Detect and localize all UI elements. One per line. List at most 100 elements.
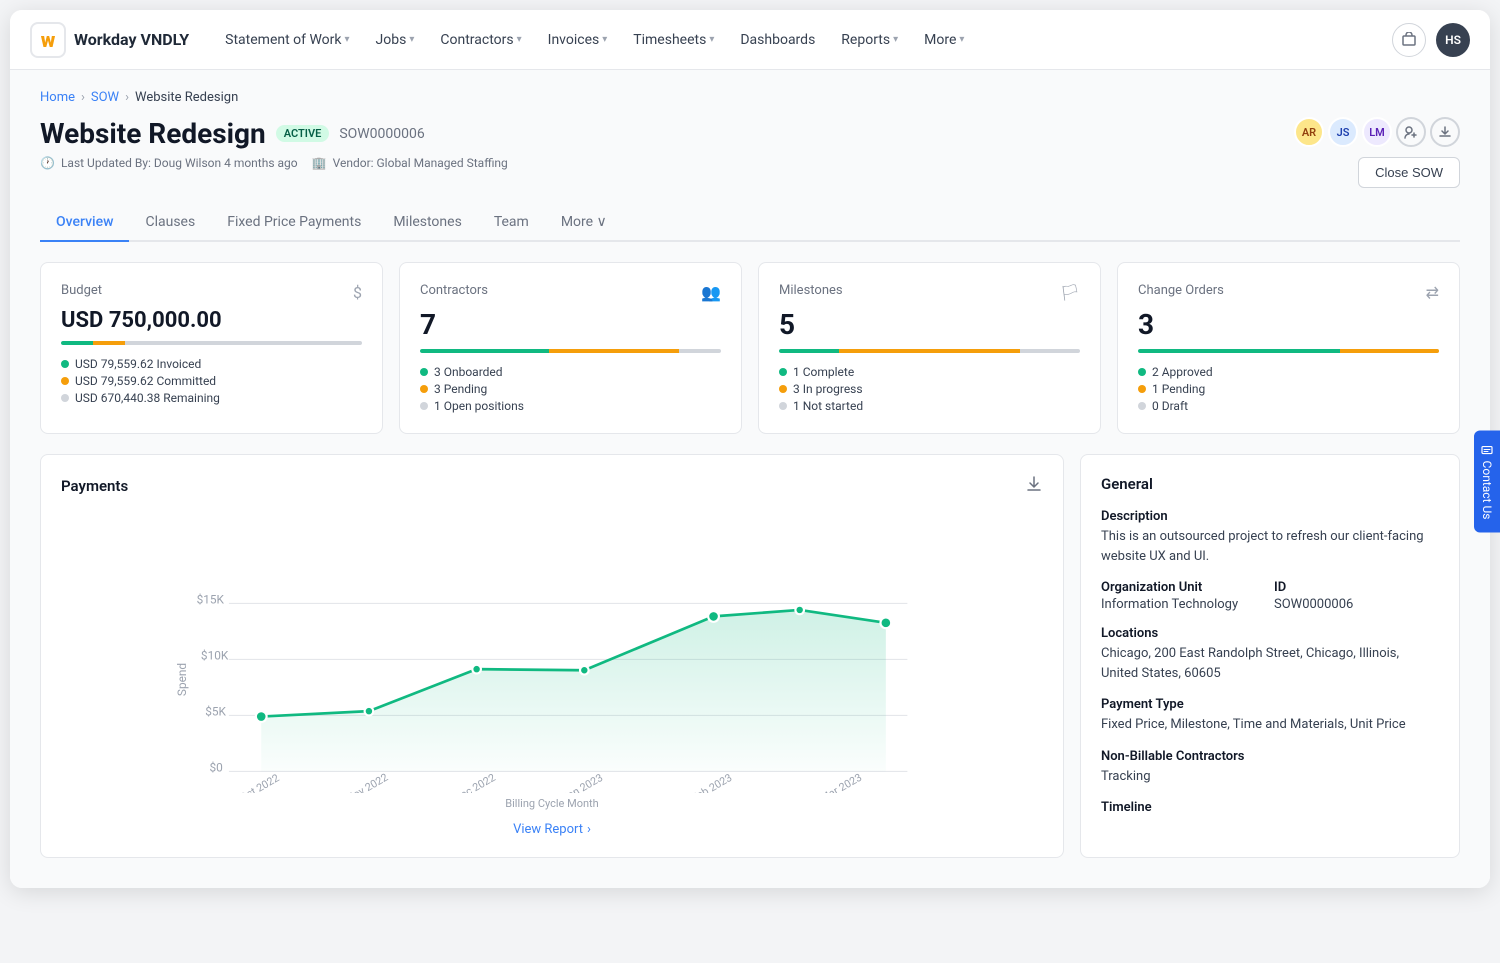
contractors-card: Contractors 👥 7 3 Onboarded 3 Pending 1 … xyxy=(399,262,742,434)
breadcrumb-sep-1: › xyxy=(81,90,85,105)
budget-card-header: Budget $ xyxy=(61,283,362,302)
general-timeline: Timeline xyxy=(1101,800,1439,815)
stat-committed: USD 79,559.62 Committed xyxy=(61,374,362,388)
milestones-value: 5 xyxy=(779,308,1080,341)
nav-items: Statement of Work ▾ Jobs ▾ Contractors ▾… xyxy=(213,24,1384,56)
contractors-stats: 3 Onboarded 3 Pending 1 Open positions xyxy=(420,365,721,413)
svg-text:$10K: $10K xyxy=(201,648,229,662)
milestones-progress xyxy=(779,349,1080,353)
tab-fixed-price-payments[interactable]: Fixed Price Payments xyxy=(211,204,377,242)
tabs-row: Overview Clauses Fixed Price Payments Mi… xyxy=(40,204,1460,242)
brand-name: Workday VNDLY xyxy=(74,30,189,49)
general-title: General xyxy=(1101,475,1439,493)
billing-cycle-label: Billing Cycle Month xyxy=(61,797,1043,810)
contractors-label: Contractors xyxy=(420,283,488,298)
svg-text:Spend: Spend xyxy=(175,663,189,696)
nav-invoices[interactable]: Invoices ▾ xyxy=(536,24,620,56)
bottom-row: Payments $0 $5K $10K $15K xyxy=(40,454,1460,858)
meta-vendor: Vendor: Global Managed Staffing xyxy=(333,156,508,170)
chevron-down-icon: ▾ xyxy=(345,34,350,45)
avatar-group: AR JS LM xyxy=(1294,117,1460,147)
svg-text:$0: $0 xyxy=(210,760,223,774)
nav-timesheets[interactable]: Timesheets ▾ xyxy=(621,24,726,56)
status-badge: ACTIVE xyxy=(276,125,330,142)
page-header: Website Redesign ACTIVE SOW0000006 🕐 Las… xyxy=(40,117,1460,188)
contractors-card-header: Contractors 👥 xyxy=(420,283,721,302)
payments-title: Payments xyxy=(61,477,128,495)
org-unit-value: Information Technology xyxy=(1101,597,1266,612)
id-label: ID xyxy=(1274,580,1439,595)
nav-right: HS xyxy=(1392,23,1470,57)
tab-milestones[interactable]: Milestones xyxy=(377,204,478,242)
breadcrumb-sep-2: › xyxy=(125,90,129,105)
notifications-icon[interactable] xyxy=(1392,23,1426,57)
dollar-icon: $ xyxy=(353,283,362,302)
vendor-icon: 🏢 xyxy=(312,156,327,170)
breadcrumb-sow[interactable]: SOW xyxy=(91,90,119,105)
avatar-js[interactable]: JS xyxy=(1328,117,1358,147)
contact-us-button[interactable]: Contact Us xyxy=(1474,430,1500,533)
meta-updated: Last Updated By: Doug Wilson 4 months ag… xyxy=(61,156,298,170)
close-sow-button[interactable]: Close SOW xyxy=(1358,157,1460,188)
budget-progress xyxy=(61,341,362,345)
download-button[interactable] xyxy=(1430,117,1460,147)
svg-text:Jan 2023: Jan 2023 xyxy=(560,771,605,793)
general-card: General Description This is an outsource… xyxy=(1080,454,1460,858)
svg-text:Oct 2022: Oct 2022 xyxy=(237,771,281,793)
stat-complete: 1 Complete xyxy=(779,365,1080,379)
nav-reports[interactable]: Reports ▾ xyxy=(829,24,910,56)
nav-statement-of-work[interactable]: Statement of Work ▾ xyxy=(213,24,361,56)
org-unit-label: Organization Unit xyxy=(1101,580,1266,595)
timeline-label: Timeline xyxy=(1101,800,1439,815)
general-payment-type: Payment Type Fixed Price, Milestone, Tim… xyxy=(1101,697,1439,735)
non-billable-label: Non-Billable Contractors xyxy=(1101,749,1439,764)
page-title: Website Redesign xyxy=(40,117,266,150)
view-report-link[interactable]: View Report › xyxy=(513,822,591,837)
chevron-down-icon: ▾ xyxy=(409,34,414,45)
change-orders-stats: 2 Approved 1 Pending 0 Draft xyxy=(1138,365,1439,413)
stat-pending: 3 Pending xyxy=(420,382,721,396)
flag-icon: 🏳 xyxy=(1060,283,1080,302)
avatar-lm[interactable]: LM xyxy=(1362,117,1392,147)
svg-text:Mar 2023: Mar 2023 xyxy=(818,771,864,793)
milestones-label: Milestones xyxy=(779,283,843,298)
arrows-icon: ⇄ xyxy=(1426,283,1439,302)
sow-id: SOW0000006 xyxy=(339,126,424,142)
nav-contractors[interactable]: Contractors ▾ xyxy=(428,24,533,56)
nav-jobs[interactable]: Jobs ▾ xyxy=(364,24,427,56)
tab-more[interactable]: More ∨ xyxy=(545,204,623,242)
milestones-stats: 1 Complete 3 In progress 1 Not started xyxy=(779,365,1080,413)
summary-cards: Budget $ USD 750,000.00 USD 79,559.62 In… xyxy=(40,262,1460,434)
user-avatar[interactable]: HS xyxy=(1436,23,1470,57)
svg-text:$15K: $15K xyxy=(197,592,225,606)
breadcrumb-home[interactable]: Home xyxy=(40,90,75,105)
payment-type-value: Fixed Price, Milestone, Time and Materia… xyxy=(1101,715,1439,735)
general-locations: Locations Chicago, 200 East Randolph Str… xyxy=(1101,626,1439,683)
change-orders-value: 3 xyxy=(1138,308,1439,341)
page-title-section: Website Redesign ACTIVE SOW0000006 🕐 Las… xyxy=(40,117,508,174)
tab-clauses[interactable]: Clauses xyxy=(129,204,211,242)
avatar-ar[interactable]: AR xyxy=(1294,117,1324,147)
contractors-progress xyxy=(420,349,721,353)
change-orders-card: Change Orders ⇄ 3 2 Approved 1 Pending 0… xyxy=(1117,262,1460,434)
change-orders-progress xyxy=(1138,349,1439,353)
stat-not-started: 1 Not started xyxy=(779,399,1080,413)
budget-card: Budget $ USD 750,000.00 USD 79,559.62 In… xyxy=(40,262,383,434)
tab-overview[interactable]: Overview xyxy=(40,204,129,242)
view-report-row: View Report › xyxy=(61,822,1043,837)
clock-icon: 🕐 xyxy=(40,156,55,170)
nav-dashboards[interactable]: Dashboards xyxy=(728,24,827,56)
payments-card: Payments $0 $5K $10K $15K xyxy=(40,454,1064,858)
nav-more[interactable]: More ▾ xyxy=(912,24,976,56)
tab-team[interactable]: Team xyxy=(478,204,545,242)
contractors-value: 7 xyxy=(420,308,721,341)
people-icon: 👥 xyxy=(701,283,721,302)
general-description: Description This is an outsourced projec… xyxy=(1101,509,1439,566)
download-payments-icon[interactable] xyxy=(1025,475,1043,497)
add-person-button[interactable] xyxy=(1396,117,1426,147)
budget-value: USD 750,000.00 xyxy=(61,308,362,333)
breadcrumb: Home › SOW › Website Redesign xyxy=(40,90,1460,105)
stat-invoiced: USD 79,559.62 Invoiced xyxy=(61,357,362,371)
brand-logo[interactable]: w Workday VNDLY xyxy=(30,22,189,58)
payments-chart: $0 $5K $10K $15K xyxy=(61,513,1043,793)
